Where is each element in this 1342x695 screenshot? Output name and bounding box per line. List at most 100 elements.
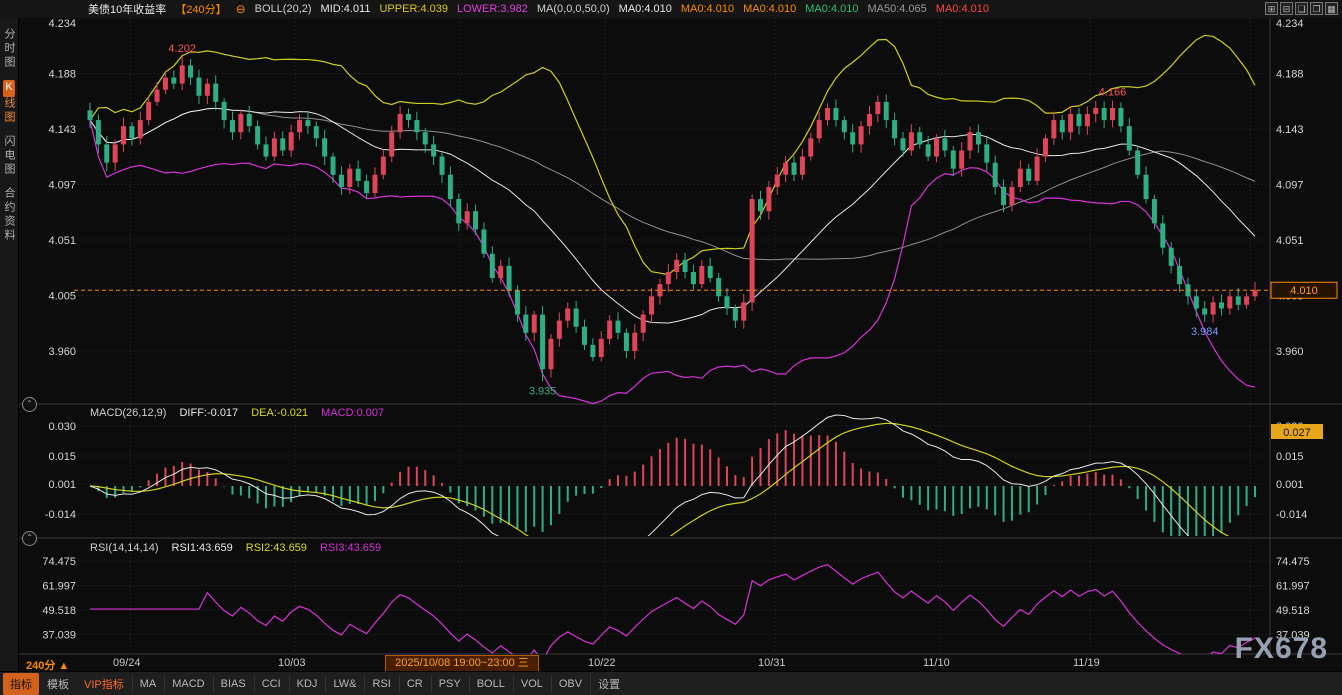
- rsi3-value: RSI3:43.659: [320, 542, 381, 554]
- svg-text:-0.014: -0.014: [1276, 509, 1307, 521]
- svg-text:4.143: 4.143: [48, 124, 76, 136]
- macd-hist-value: MACD:0.007: [321, 407, 384, 419]
- svg-text:0.015: 0.015: [1276, 451, 1304, 463]
- toolbar-item-rsi[interactable]: RSI: [364, 675, 397, 693]
- toolbar-item-cci[interactable]: CCI: [254, 675, 288, 693]
- x-tick-1110: 11/10: [923, 657, 950, 669]
- svg-text:74.475: 74.475: [42, 556, 76, 568]
- toolbar-item-kdj[interactable]: KDJ: [289, 675, 325, 693]
- rsi2-value: RSI2:43.659: [246, 542, 307, 554]
- macd-diff-value: DIFF:-0.017: [179, 407, 238, 419]
- x-axis: 240分 ▲ 09/24 10/03 2025/10/08 19:00~23:0…: [18, 654, 1342, 672]
- svg-text:61.997: 61.997: [42, 580, 76, 592]
- boll-lower-value: LOWER:3.982: [457, 3, 528, 15]
- tile-windows-icon[interactable]: ▦: [1325, 2, 1338, 15]
- svg-text:4.234: 4.234: [1276, 18, 1304, 30]
- svg-text:4.005: 4.005: [48, 291, 76, 303]
- ma-params-label: MA(0,0,0,50,0): [537, 3, 610, 15]
- toolbar-item-psy[interactable]: PSY: [431, 675, 468, 693]
- svg-text:0.027: 0.027: [1283, 427, 1311, 439]
- sidebar-item-flash-chart[interactable]: 闪电图: [1, 135, 17, 177]
- rsi1-value: RSI1:43.659: [172, 542, 233, 554]
- macd-dea-value: DEA:-0.021: [251, 407, 308, 419]
- macd-params-label: MACD(26,12,9): [90, 407, 166, 419]
- boll-params-label: BOLL(20,2): [255, 3, 312, 15]
- topbar: 美债10年收益率 【240分】 ⊖ BOLL(20,2) MID:4.011 U…: [0, 0, 1342, 18]
- fx678-watermark: FX678: [1235, 632, 1328, 666]
- collapse-macd-button[interactable]: ⌃: [22, 397, 37, 412]
- svg-text:4.051: 4.051: [48, 235, 76, 247]
- svg-text:0.015: 0.015: [48, 451, 76, 463]
- toolbar-item-macd[interactable]: MACD: [164, 675, 211, 693]
- toolbar-item-boll[interactable]: BOLL: [469, 675, 512, 693]
- chart-type-sidebar: 分时图 K线图 闪电图 合约资料: [0, 18, 19, 672]
- ma50-value: MA50:4.065: [867, 3, 926, 15]
- svg-text:4.143: 4.143: [1276, 124, 1304, 136]
- toolbar-item-indicators[interactable]: 指标: [3, 673, 39, 695]
- ma-value-4: MA0:4.010: [805, 3, 858, 15]
- svg-text:4.188: 4.188: [48, 69, 76, 81]
- svg-text:4.166: 4.166: [1099, 87, 1127, 99]
- collapse-rsi-button[interactable]: ⌃: [22, 531, 37, 546]
- kline-active-badge: K: [3, 80, 15, 97]
- ma-value-6: MA0:4.010: [936, 3, 989, 15]
- svg-text:4.188: 4.188: [1276, 69, 1304, 81]
- toolbar-item-vip-indicators[interactable]: VIP指标: [77, 673, 131, 695]
- sidebar-item-contract-info[interactable]: 合约资料: [1, 187, 17, 243]
- cascade-windows-icon[interactable]: ❐: [1310, 2, 1323, 15]
- toolbar-item-cr[interactable]: CR: [399, 675, 430, 693]
- rsi-params-label: RSI(14,14,14): [90, 542, 158, 554]
- svg-text:3.960: 3.960: [1276, 346, 1304, 358]
- ma-value-2: MA0:4.010: [681, 3, 734, 15]
- ma-value-1: MA0:4.010: [619, 3, 672, 15]
- x-tick-1022: 10/22: [588, 657, 616, 669]
- svg-text:4.010: 4.010: [1290, 285, 1318, 297]
- macd-header: MACD(26,12,9) DIFF:-0.017 DEA:-0.021 MAC…: [90, 407, 394, 419]
- chart-region: 4.234 4.234 4.188 4.188 4.143 4.143 4.097 4.097…: [18, 18, 1342, 672]
- svg-text:74.475: 74.475: [1276, 556, 1310, 568]
- selected-candle-datetime: 2025/10/08 19:00~23:00 三: [385, 655, 539, 672]
- svg-text:3.935: 3.935: [529, 385, 557, 397]
- boll-upper-value: UPPER:4.039: [379, 3, 447, 15]
- svg-text:4.051: 4.051: [1276, 235, 1304, 247]
- boll-mid-value: MID:4.011: [321, 3, 371, 15]
- ma-value-3: MA0:4.010: [743, 3, 796, 15]
- x-tick-1119: 11/19: [1073, 657, 1100, 669]
- x-tick-1031: 10/31: [758, 657, 786, 669]
- toolbar-item-ma[interactable]: MA: [132, 675, 164, 693]
- x-tick-1003: 10/03: [278, 657, 306, 669]
- svg-text:0.001: 0.001: [1276, 479, 1304, 491]
- split-horizontal-icon[interactable]: ⊟: [1280, 2, 1293, 15]
- svg-text:49.518: 49.518: [1276, 605, 1310, 617]
- svg-text:3.984: 3.984: [1191, 326, 1219, 338]
- x-tick-0924: 09/24: [113, 657, 141, 669]
- period-selector[interactable]: 【240分】: [175, 1, 226, 17]
- indicator-toolbar: 指标 模板 VIP指标 MA MACD BIAS CCI KDJ LW& RSI…: [0, 671, 1342, 695]
- svg-text:4.097: 4.097: [48, 180, 76, 192]
- svg-text:3.960: 3.960: [48, 346, 76, 358]
- zoom-out-icon[interactable]: ⊖: [236, 2, 246, 16]
- toolbar-item-lw[interactable]: LW&: [325, 675, 363, 693]
- rsi-header: RSI(14,14,14) RSI1:43.659 RSI2:43.659 RS…: [90, 542, 391, 554]
- svg-text:0.030: 0.030: [48, 421, 76, 433]
- toolbar-item-vol[interactable]: VOL: [513, 675, 550, 693]
- window-controls: ⊞ ⊟ ❏ ❐ ▦: [1265, 2, 1338, 15]
- toolbar-item-settings[interactable]: 设置: [590, 673, 627, 695]
- price-chart-svg[interactable]: 4.234 4.234 4.188 4.188 4.143 4.143 4.097 4.097…: [18, 18, 1342, 672]
- symbol-title: 美债10年收益率: [88, 1, 166, 17]
- svg-text:37.039: 37.039: [42, 630, 76, 642]
- svg-text:49.518: 49.518: [42, 605, 76, 617]
- new-window-icon[interactable]: ❏: [1295, 2, 1308, 15]
- svg-text:-0.014: -0.014: [45, 509, 76, 521]
- svg-text:4.202: 4.202: [168, 43, 196, 55]
- svg-text:4.234: 4.234: [48, 18, 76, 30]
- sidebar-item-kline-chart[interactable]: K线图: [1, 80, 17, 125]
- toolbar-item-obv[interactable]: OBV: [551, 675, 589, 693]
- layout-grid-icon[interactable]: ⊞: [1265, 2, 1278, 15]
- svg-text:4.097: 4.097: [1276, 180, 1304, 192]
- toolbar-item-templates[interactable]: 模板: [40, 673, 76, 695]
- sidebar-item-time-chart[interactable]: 分时图: [1, 28, 17, 70]
- toolbar-item-bias[interactable]: BIAS: [213, 675, 253, 693]
- svg-text:61.997: 61.997: [1276, 580, 1310, 592]
- svg-text:0.001: 0.001: [48, 479, 76, 491]
